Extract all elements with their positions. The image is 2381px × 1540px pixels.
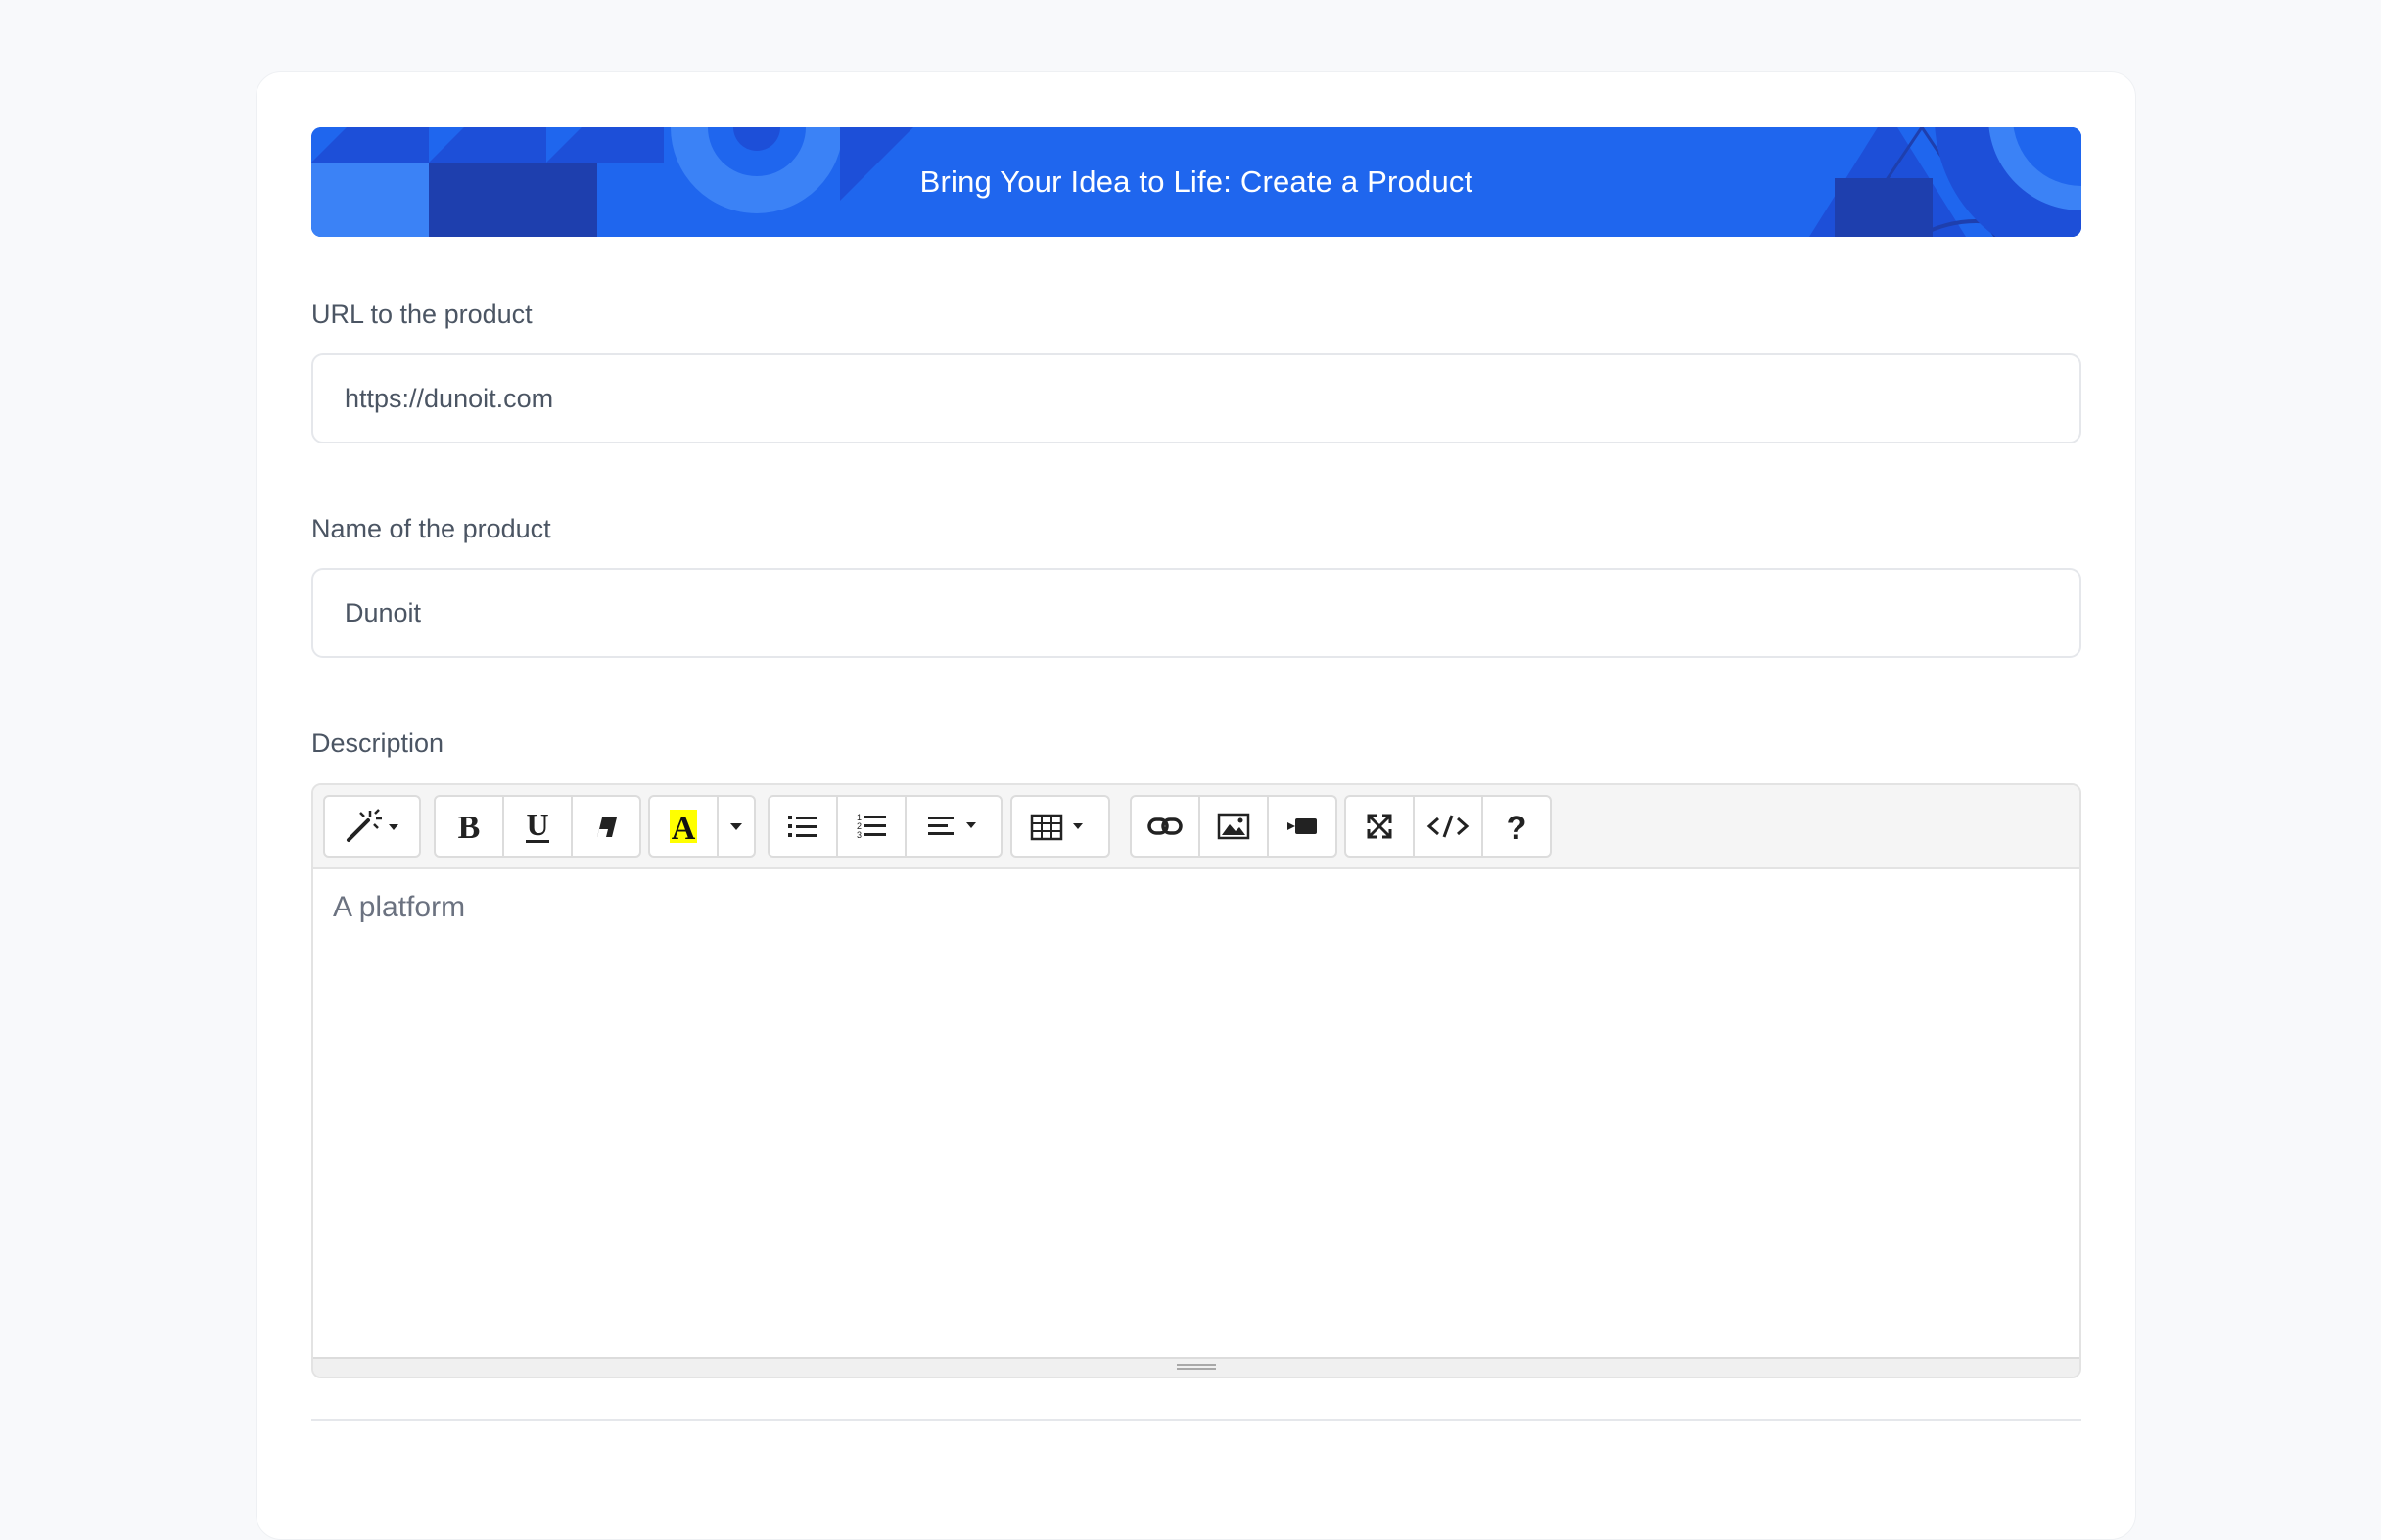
fullscreen-button[interactable] bbox=[1344, 795, 1415, 858]
style-dropdown-button[interactable] bbox=[323, 795, 421, 858]
name-input[interactable] bbox=[311, 568, 2081, 658]
code-view-icon bbox=[1426, 815, 1470, 838]
editor-resize-handle[interactable] bbox=[313, 1357, 2079, 1377]
caret-down-icon bbox=[730, 823, 742, 830]
color-dropdown-button[interactable] bbox=[717, 795, 756, 858]
url-label: URL to the product bbox=[311, 300, 533, 329]
help-icon: ? bbox=[1507, 810, 1527, 843]
align-dropdown-button[interactable] bbox=[905, 795, 1003, 858]
product-form-card: Bring Your Idea to Life: Create a Produc… bbox=[256, 71, 2136, 1540]
image-icon bbox=[1217, 813, 1250, 840]
link-button[interactable] bbox=[1130, 795, 1200, 858]
svg-text:?: ? bbox=[1507, 810, 1527, 843]
misc-group: ? bbox=[1344, 795, 1552, 858]
bold-button[interactable]: B bbox=[434, 795, 504, 858]
code-view-button[interactable] bbox=[1413, 795, 1483, 858]
editor-toolbar: B U A 1 2 3 ? bbox=[313, 785, 2079, 869]
ordered-list-button[interactable]: 1 2 3 bbox=[836, 795, 907, 858]
section-divider bbox=[311, 1419, 2081, 1421]
link-icon bbox=[1147, 817, 1183, 835]
name-label: Name of the product bbox=[311, 514, 551, 543]
unordered-list-icon bbox=[788, 816, 817, 837]
svg-text:3: 3 bbox=[857, 830, 862, 840]
text-color-button[interactable]: A bbox=[648, 795, 719, 858]
fullscreen-icon bbox=[1367, 814, 1392, 839]
clear-format-button[interactable] bbox=[571, 795, 641, 858]
align-icon bbox=[928, 817, 976, 835]
resize-grip-icon bbox=[1177, 1364, 1216, 1372]
svg-text:U: U bbox=[526, 808, 548, 842]
color-group: A bbox=[648, 795, 756, 858]
rich-text-editor: B U A 1 2 3 ? A platform bbox=[311, 783, 2081, 1378]
table-group bbox=[1010, 795, 1110, 858]
description-label: Description bbox=[311, 728, 444, 758]
description-editor-content[interactable]: A platform bbox=[313, 869, 2079, 1359]
url-input[interactable] bbox=[311, 353, 2081, 443]
style-group bbox=[323, 795, 421, 858]
table-dropdown-button[interactable] bbox=[1010, 795, 1110, 858]
font-group: B U bbox=[434, 795, 641, 858]
bold-icon: B bbox=[458, 810, 481, 844]
header-banner: Bring Your Idea to Life: Create a Produc… bbox=[311, 127, 2081, 237]
help-button[interactable]: ? bbox=[1481, 795, 1552, 858]
insert-group bbox=[1130, 795, 1337, 858]
svg-text:A: A bbox=[672, 811, 696, 845]
banner-title: Bring Your Idea to Life: Create a Produc… bbox=[919, 164, 1473, 199]
text-color-icon: A bbox=[670, 810, 697, 845]
paragraph-group: 1 2 3 bbox=[768, 795, 1003, 858]
underline-icon: U bbox=[526, 808, 549, 843]
unordered-list-button[interactable] bbox=[768, 795, 838, 858]
magic-wand-icon bbox=[347, 809, 398, 842]
video-icon bbox=[1287, 818, 1317, 834]
video-button[interactable] bbox=[1267, 795, 1337, 858]
svg-text:B: B bbox=[458, 810, 481, 844]
eraser-icon bbox=[597, 817, 617, 837]
image-button[interactable] bbox=[1198, 795, 1269, 858]
table-icon bbox=[1030, 814, 1083, 841]
underline-button[interactable]: U bbox=[502, 795, 573, 858]
ordered-list-icon: 1 2 3 bbox=[857, 813, 886, 840]
